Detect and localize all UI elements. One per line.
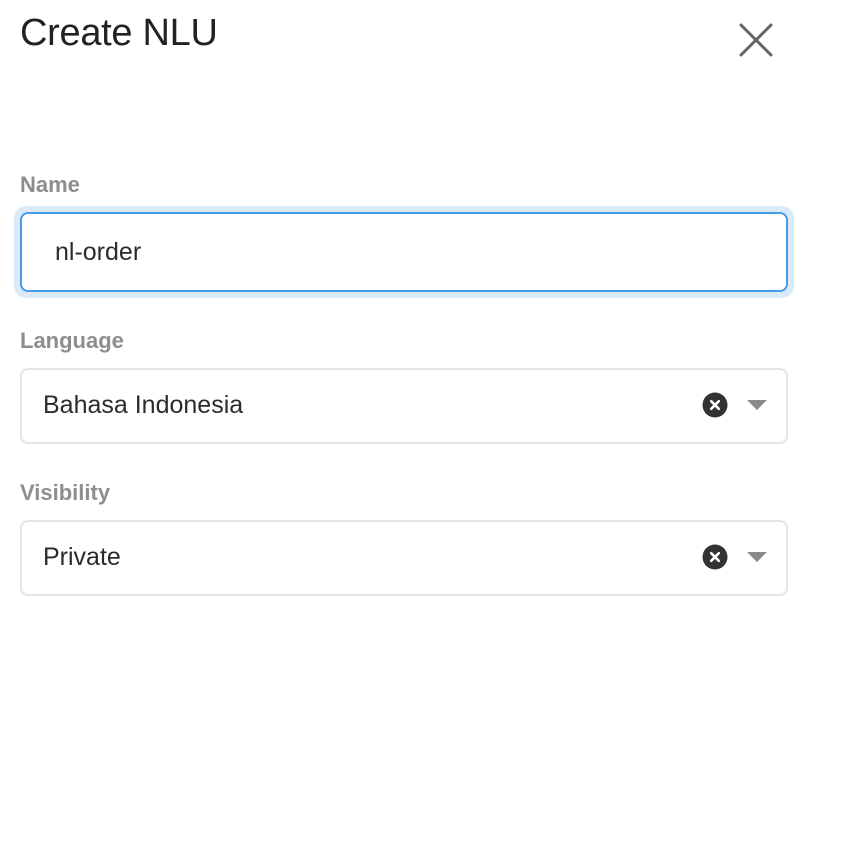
close-icon[interactable] bbox=[734, 18, 778, 62]
language-caret-down-icon[interactable] bbox=[746, 399, 768, 411]
visibility-selected-value: Private bbox=[43, 543, 121, 571]
visibility-caret-down-icon[interactable] bbox=[746, 551, 768, 563]
name-input[interactable] bbox=[20, 212, 788, 292]
close-button[interactable] bbox=[734, 18, 778, 62]
language-clear-icon[interactable] bbox=[702, 392, 728, 418]
language-selected-value: Bahasa Indonesia bbox=[43, 391, 244, 419]
visibility-select[interactable]: Private bbox=[20, 520, 788, 596]
language-select[interactable]: Bahasa Indonesia bbox=[20, 368, 788, 444]
visibility-label: Visibility bbox=[20, 480, 111, 505]
visibility-clear-icon[interactable] bbox=[702, 544, 728, 570]
dialog-title: Create NLU bbox=[20, 12, 218, 54]
name-label: Name bbox=[20, 172, 80, 197]
language-label: Language bbox=[20, 328, 124, 353]
